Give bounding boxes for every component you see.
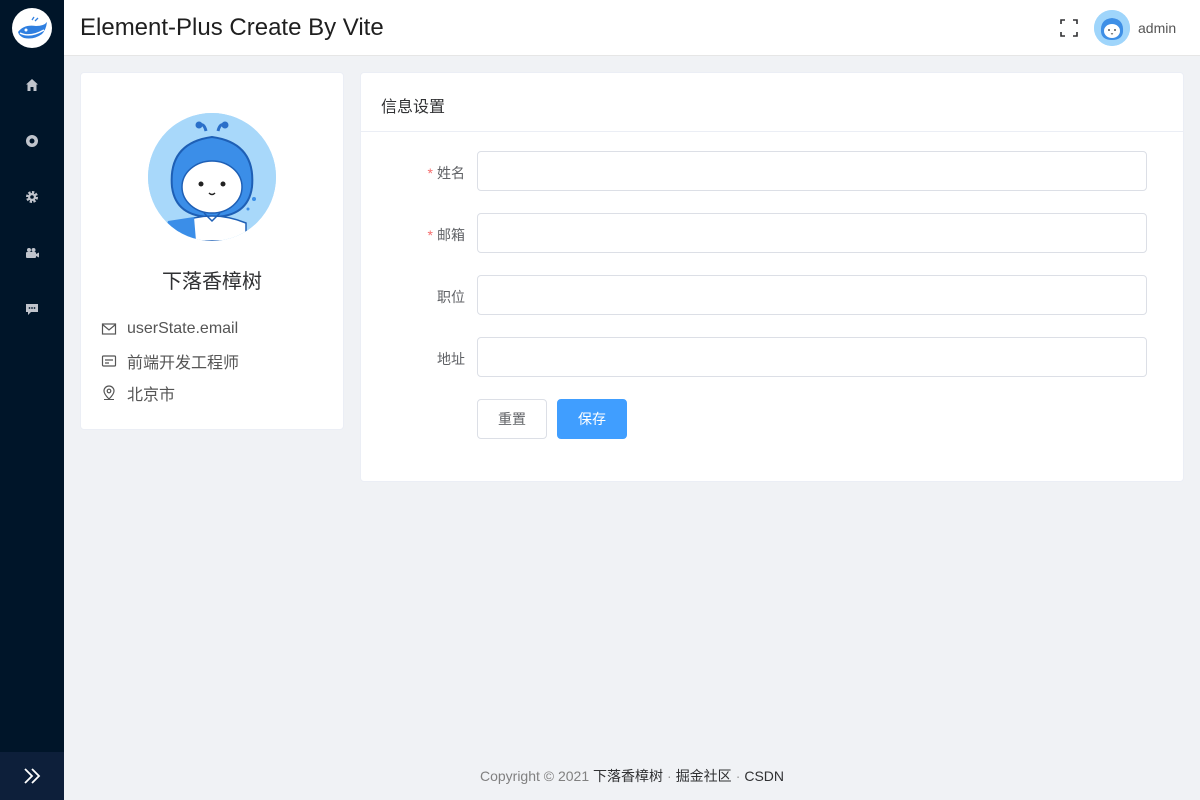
sidebar-item-home[interactable]	[0, 57, 64, 113]
settings-title: 信息设置	[361, 73, 1183, 132]
profile-email-row: userState.email	[101, 318, 238, 340]
profile-position: 前端开发工程师	[127, 355, 240, 372]
lifebuoy-icon	[26, 135, 38, 147]
sidebar-item-media[interactable]	[0, 225, 64, 281]
gear-icon	[26, 191, 38, 203]
location-icon	[103, 385, 115, 400]
reset-button[interactable]: 重置	[477, 399, 547, 439]
sidebar-item-messages[interactable]	[0, 281, 64, 337]
sidebar-item-settings[interactable]	[0, 169, 64, 225]
email-label: * 邮箱	[427, 227, 465, 243]
chat-icon	[26, 304, 38, 315]
profile-card: 下落香樟树 userState.email 前端开发工程师 北京市	[80, 72, 344, 430]
profile-location: 北京市	[127, 387, 176, 404]
footer-link-juejin[interactable]: 掘金社区	[676, 768, 732, 784]
footer-link-csdn[interactable]: CSDN	[744, 768, 784, 784]
camera-icon	[26, 248, 39, 258]
footer-separator: ·	[667, 768, 672, 784]
footer: Copyright © 2021 下落香樟树 · 掘金社区 · CSDN	[64, 766, 1200, 786]
position-label: 职位	[437, 289, 465, 305]
mail-icon	[101, 323, 117, 335]
footer-link-author[interactable]: 下落香樟树	[593, 768, 663, 784]
footer-separator: ·	[735, 768, 741, 784]
sidebar-item-support[interactable]	[0, 113, 64, 169]
profile-position-row: 前端开发工程师	[101, 350, 239, 372]
fullscreen-button[interactable]	[1060, 19, 1078, 37]
profile-email: userState.email	[127, 320, 239, 337]
user-avatar[interactable]	[1094, 10, 1130, 46]
profile-location-row: 北京市	[101, 382, 175, 404]
settings-card: 信息设置 * 姓名 * 邮箱 职位 地址 重置 保存	[360, 72, 1184, 482]
required-mark: *	[427, 227, 433, 243]
email-field[interactable]	[477, 213, 1147, 253]
id-card-icon	[101, 355, 117, 367]
position-field[interactable]	[477, 275, 1147, 315]
profile-avatar	[148, 113, 276, 241]
sidebar	[0, 0, 64, 800]
address-label: 地址	[437, 351, 465, 367]
required-mark: *	[427, 165, 433, 181]
home-icon	[26, 79, 38, 91]
sidebar-collapse-button[interactable]	[0, 752, 64, 800]
name-label: * 姓名	[427, 165, 465, 181]
logo-icon[interactable]	[12, 8, 52, 48]
address-field[interactable]	[477, 337, 1147, 377]
name-field[interactable]	[477, 151, 1147, 191]
username[interactable]: admin	[1138, 20, 1176, 36]
top-header: Element-Plus Create By Vite admin	[64, 0, 1200, 56]
double-chevron-right-icon	[24, 768, 41, 784]
copyright-text: Copyright © 2021	[479, 768, 590, 784]
fullscreen-icon	[1060, 19, 1078, 37]
save-button[interactable]: 保存	[557, 399, 627, 439]
app-title: Element-Plus Create By Vite	[80, 14, 384, 41]
profile-name: 下落香樟树	[162, 271, 262, 293]
